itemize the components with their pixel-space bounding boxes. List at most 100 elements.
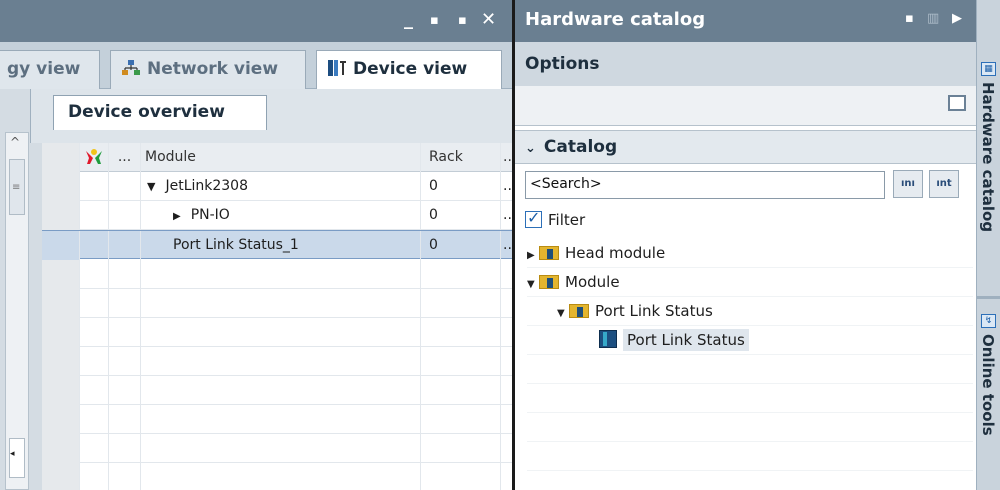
header-cell-module[interactable]: Module [141, 143, 421, 172]
header-cell-diagnostics[interactable] [80, 143, 109, 172]
options-section-header[interactable]: Options [515, 42, 976, 86]
module-icon [599, 330, 617, 348]
table-row[interactable]: ▼ JetLink2308 0 .. [42, 172, 512, 201]
collapse-pane-icon[interactable]: ▶ [952, 11, 962, 26]
row-module-cell[interactable] [141, 434, 421, 463]
filter-label: Filter [548, 211, 586, 229]
header-cell-more[interactable]: ... [501, 143, 512, 172]
close-button[interactable]: ✕ [481, 9, 496, 30]
device-icon [327, 59, 347, 77]
split-panel-icon[interactable]: ▥ [927, 11, 939, 26]
row-gutter [42, 463, 80, 490]
row-cell [109, 347, 141, 376]
row-rack-cell [421, 434, 501, 463]
table-row[interactable] [42, 318, 512, 347]
tree-item-port-link-status-folder[interactable]: ▼ Port Link Status [527, 297, 973, 326]
table-row[interactable] [42, 289, 512, 318]
table-row[interactable] [42, 405, 512, 434]
scroll-up-arrow-icon[interactable]: ^ [10, 135, 20, 149]
maximize-button[interactable]: ▪ [458, 13, 467, 28]
panel-toggle-icon[interactable] [948, 95, 966, 111]
float-window-icon[interactable]: ▪ [905, 11, 914, 26]
catalog-search-input[interactable]: <Search> [525, 171, 885, 199]
row-rack-cell [421, 405, 501, 434]
row-module-cell[interactable]: Port Link Status_1 [141, 231, 421, 260]
table-row[interactable] [42, 463, 512, 490]
row-cell [109, 405, 141, 434]
table-row-selected[interactable]: Port Link Status_1 0 .. [42, 230, 512, 260]
row-module-cell[interactable] [141, 260, 421, 289]
row-module-cell[interactable] [141, 405, 421, 434]
row-module-cell[interactable]: ▼ JetLink2308 [141, 172, 421, 201]
row-rack-cell: 0 [421, 231, 501, 260]
tab-topology-view[interactable]: gy view [0, 50, 100, 89]
row-cell [80, 376, 109, 405]
tab-device-label: Device view [353, 59, 468, 79]
folder-icon [539, 275, 559, 289]
table-row[interactable] [42, 260, 512, 289]
row-module-cell[interactable] [141, 376, 421, 405]
scroll-thumb[interactable]: ≡ [9, 159, 25, 215]
row-cell [109, 260, 141, 289]
row-module-cell[interactable] [141, 289, 421, 318]
checkbox-checked-icon[interactable] [525, 208, 542, 228]
row-module-cell[interactable] [141, 463, 421, 490]
tree-item-module[interactable]: ▼ Module [527, 268, 973, 297]
scroll-left-arrow-icon[interactable]: ◂ [9, 438, 25, 478]
row-cell [109, 289, 141, 318]
left-titlebar: _ ▪ ▪ ✕ [0, 0, 512, 42]
side-tab-online-tools[interactable]: Online tools [979, 334, 997, 436]
catalog-section-header[interactable]: ⌄ Catalog [515, 130, 976, 164]
table-header-row: ... Module Rack ... [42, 143, 512, 172]
row-gutter [42, 201, 80, 230]
row-module-cell[interactable] [141, 347, 421, 376]
table-row[interactable] [42, 347, 512, 376]
module-name: Port Link Status_1 [173, 237, 299, 253]
catalog-title: Hardware catalog [525, 9, 706, 30]
tab-device-overview[interactable]: Device overview [53, 95, 267, 130]
expand-arrow-icon[interactable]: ▶ [173, 211, 181, 222]
table-row[interactable]: ▶ PN-IO 0 .. [42, 201, 512, 230]
tree-item-label: Port Link Status [623, 329, 749, 351]
side-tab-hardware-catalog[interactable]: Hardware catalog [979, 82, 997, 232]
row-cell [109, 463, 141, 490]
search-down-button[interactable]: ını [893, 170, 923, 198]
row-gutter [42, 260, 80, 289]
search-up-button[interactable]: ınt [929, 170, 959, 198]
row-gutter [42, 318, 80, 347]
tree-item-port-link-status-module[interactable]: Port Link Status [527, 326, 973, 355]
expand-arrow-icon[interactable]: ▶ [527, 241, 539, 270]
row-cell [109, 172, 141, 201]
catalog-label: Catalog [543, 137, 618, 157]
row-module-cell[interactable]: ▶ PN-IO [141, 201, 421, 230]
row-cell: .. [501, 201, 512, 230]
header-cell-rack[interactable]: Rack [421, 143, 501, 172]
tab-topology-label: gy view [7, 59, 81, 79]
tree-item-label: Port Link Status [595, 302, 713, 320]
row-rack-cell [421, 347, 501, 376]
table-row[interactable] [42, 434, 512, 463]
row-module-cell[interactable] [141, 318, 421, 347]
tab-network-view[interactable]: Network view [110, 50, 306, 89]
minimize-button[interactable]: _ [404, 9, 413, 30]
tree-empty-row [527, 413, 973, 442]
view-tab-bar: gy view Network view Device view [0, 42, 512, 90]
device-view-pane: _ ▪ ▪ ✕ gy view Network view Device view… [0, 0, 512, 490]
vertical-scrollbar[interactable]: ^ ≡ ◂ [5, 132, 29, 490]
tab-device-view[interactable]: Device view [316, 50, 502, 90]
collapse-arrow-icon[interactable]: ▼ [527, 270, 539, 299]
filter-checkbox[interactable]: Filter [525, 208, 586, 229]
row-cell [109, 376, 141, 405]
row-cell [109, 318, 141, 347]
header-cell-dots[interactable]: ... [109, 143, 141, 172]
collapse-arrow-icon[interactable]: ▼ [557, 299, 569, 328]
chevron-down-icon[interactable]: ⌄ [525, 141, 536, 156]
restore-button[interactable]: ▪ [430, 13, 439, 28]
tree-item-head-module[interactable]: ▶ Head module [527, 239, 973, 268]
module-name: JetLink2308 [165, 178, 248, 194]
table-row[interactable] [42, 376, 512, 405]
side-divider [977, 296, 1000, 299]
device-overview-table: ... Module Rack ... ▼ JetLink2308 0 .. ▶ P… [42, 143, 512, 490]
collapse-arrow-icon[interactable]: ▼ [147, 180, 155, 193]
tree-empty-row [527, 442, 973, 471]
